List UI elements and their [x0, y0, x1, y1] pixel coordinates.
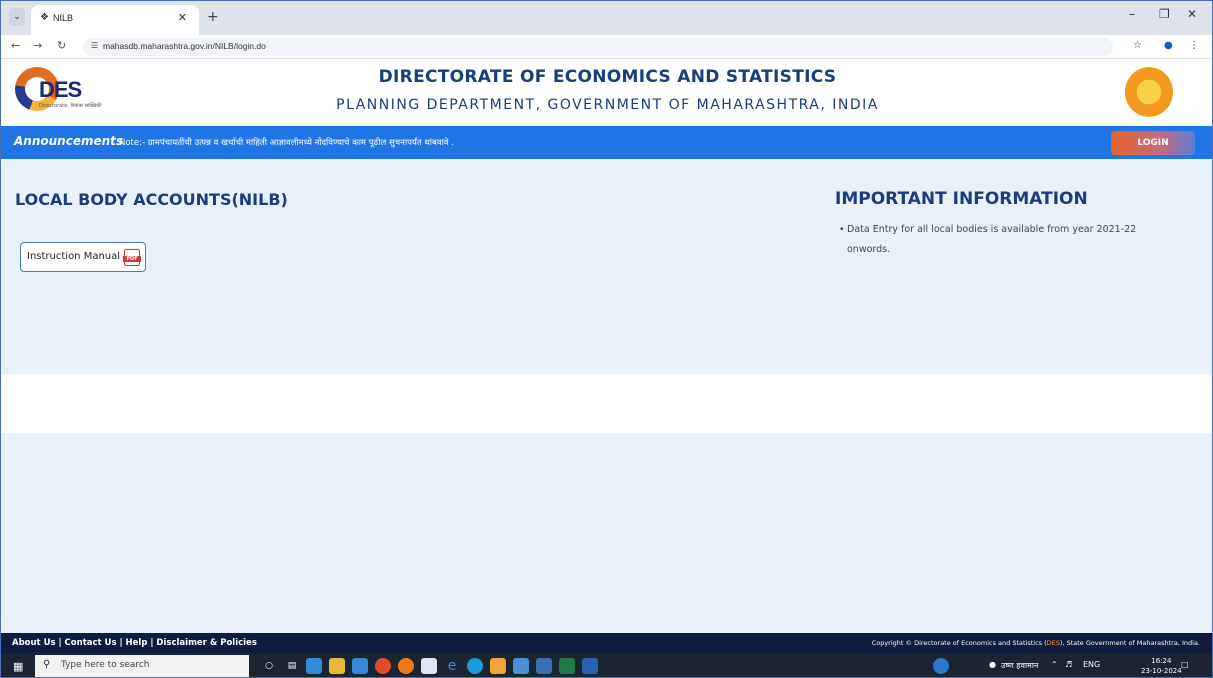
new-tab-button[interactable]: + [207, 9, 219, 25]
clock-date: 23-10-2024 [1141, 667, 1182, 675]
notification-icon[interactable]: □ [1181, 660, 1189, 669]
chrome-icon[interactable] [375, 658, 391, 674]
taskbar: ▦ ⚲ Type here to search ○ ▤ e ● उष्ण हवा… [1, 653, 1212, 677]
weather-icon[interactable]: ● [989, 660, 996, 669]
forward-icon[interactable]: → [33, 39, 42, 52]
site-header: DES Directorate: विकास सांख्यिकी DIRECTO… [1, 59, 1212, 126]
page-subtitle: PLANNING DEPARTMENT, GOVERNMENT OF MAHAR… [336, 97, 879, 113]
image-viewer-icon[interactable] [536, 658, 552, 674]
file-explorer-icon[interactable] [329, 658, 345, 674]
site-info-icon[interactable]: ☰ [91, 41, 98, 50]
info-item: Data Entry for all local bodies is avail… [839, 220, 1177, 260]
tab-title: NILB [53, 13, 74, 23]
windows-start-icon[interactable]: ▦ [13, 660, 23, 673]
bookmark-star-icon[interactable]: ☆ [1133, 40, 1142, 51]
copyright-prefix: Copyright © Directorate of Economics and… [871, 639, 1047, 647]
page-title: DIRECTORATE OF ECONOMICS AND STATISTICS [378, 67, 837, 87]
taskbar-search-input[interactable]: ⚲ Type here to search [35, 655, 249, 677]
favicon-icon: ❖ [40, 12, 49, 23]
app-icon[interactable] [513, 658, 529, 674]
menu-icon[interactable]: ⋮ [1189, 40, 1199, 51]
search-icon: ⚲ [43, 659, 51, 670]
close-window-icon[interactable]: ✕ [1187, 7, 1197, 21]
pdf-icon [123, 249, 141, 266]
minimize-icon[interactable]: – [1129, 7, 1135, 21]
instruction-manual-label: Instruction Manual [27, 251, 121, 262]
word-icon[interactable] [582, 658, 598, 674]
main-content: LOCAL BODY ACCOUNTS(NILB) Instruction Ma… [1, 159, 1212, 374]
edge-icon[interactable] [467, 658, 483, 674]
section-title-nilb: LOCAL BODY ACCOUNTS(NILB) [15, 190, 288, 209]
announcement-label: Announcements [14, 134, 124, 148]
tab-strip: ⌄ ❖ NILB ✕ + – ❐ ✕ [1, 1, 1212, 35]
profile-icon[interactable]: ● [1164, 40, 1173, 51]
lower-content [1, 433, 1212, 633]
store-icon[interactable] [352, 658, 368, 674]
announcement-bar: Announcements Note:- ग्रामपंचायतींची उत्… [1, 126, 1212, 159]
copyright-suffix: ), State Government of Maharashtra, Indi… [1059, 639, 1200, 647]
footer-copyright: Copyright © Directorate of Economics and… [872, 639, 1200, 647]
clock-time: 16:24 [1151, 657, 1172, 665]
photos-app-icon[interactable] [306, 658, 322, 674]
help-tray-icon[interactable] [933, 658, 949, 674]
restore-icon[interactable]: ❐ [1159, 7, 1170, 21]
task-view-icon[interactable]: ▤ [284, 658, 300, 674]
login-button[interactable]: LOGIN [1111, 131, 1195, 155]
search-placeholder: Type here to search [61, 660, 150, 670]
site-footer: About Us | Contact Us | Help | Disclaime… [1, 633, 1212, 653]
mail-icon[interactable] [421, 658, 437, 674]
copyright-abbr: DES [1046, 639, 1060, 647]
government-seal-icon [1125, 67, 1173, 117]
tab-close-icon[interactable]: ✕ [178, 11, 187, 24]
language-indicator[interactable]: ENG [1083, 660, 1100, 669]
ie-icon[interactable]: e [444, 658, 460, 674]
tray-chevron-icon[interactable]: ⌃ [1051, 660, 1058, 669]
info-list: Data Entry for all local bodies is avail… [839, 220, 1177, 260]
reload-icon[interactable]: ↻ [57, 39, 66, 52]
url-text: mahasdb.maharashtra.gov.in/NILB/login.do [103, 41, 266, 51]
tab-search-icon[interactable]: ⌄ [9, 8, 25, 26]
browser-window: ⌄ ❖ NILB ✕ + – ❐ ✕ ← → ↻ ☰ mahasdb.mahar… [0, 0, 1213, 678]
cortana-icon[interactable]: ○ [261, 658, 277, 674]
back-icon[interactable]: ← [11, 39, 20, 52]
instruction-manual-button[interactable]: Instruction Manual [20, 242, 146, 272]
url-field[interactable]: ☰ mahasdb.maharashtra.gov.in/NILB/login.… [83, 38, 1113, 56]
address-bar: ← → ↻ ☰ mahasdb.maharashtra.gov.in/NILB/… [1, 35, 1212, 59]
section-title-important-info: IMPORTANT INFORMATION [835, 189, 1088, 209]
taskbar-clock[interactable]: 16:24 23-10-2024 [1141, 656, 1182, 676]
announcement-marquee: Note:- ग्रामपंचायतींची उत्पन्न व खर्चाची… [119, 138, 454, 148]
firefox-icon[interactable] [398, 658, 414, 674]
browser-tab[interactable]: ❖ NILB ✕ [31, 5, 199, 35]
footer-links[interactable]: About Us | Contact Us | Help | Disclaime… [12, 638, 257, 648]
spacer-band [1, 374, 1212, 433]
weather-text[interactable]: उष्ण हवामान [1001, 660, 1038, 671]
security-icon[interactable] [490, 658, 506, 674]
excel-icon[interactable] [559, 658, 575, 674]
volume-icon[interactable]: ♬ [1065, 660, 1072, 669]
